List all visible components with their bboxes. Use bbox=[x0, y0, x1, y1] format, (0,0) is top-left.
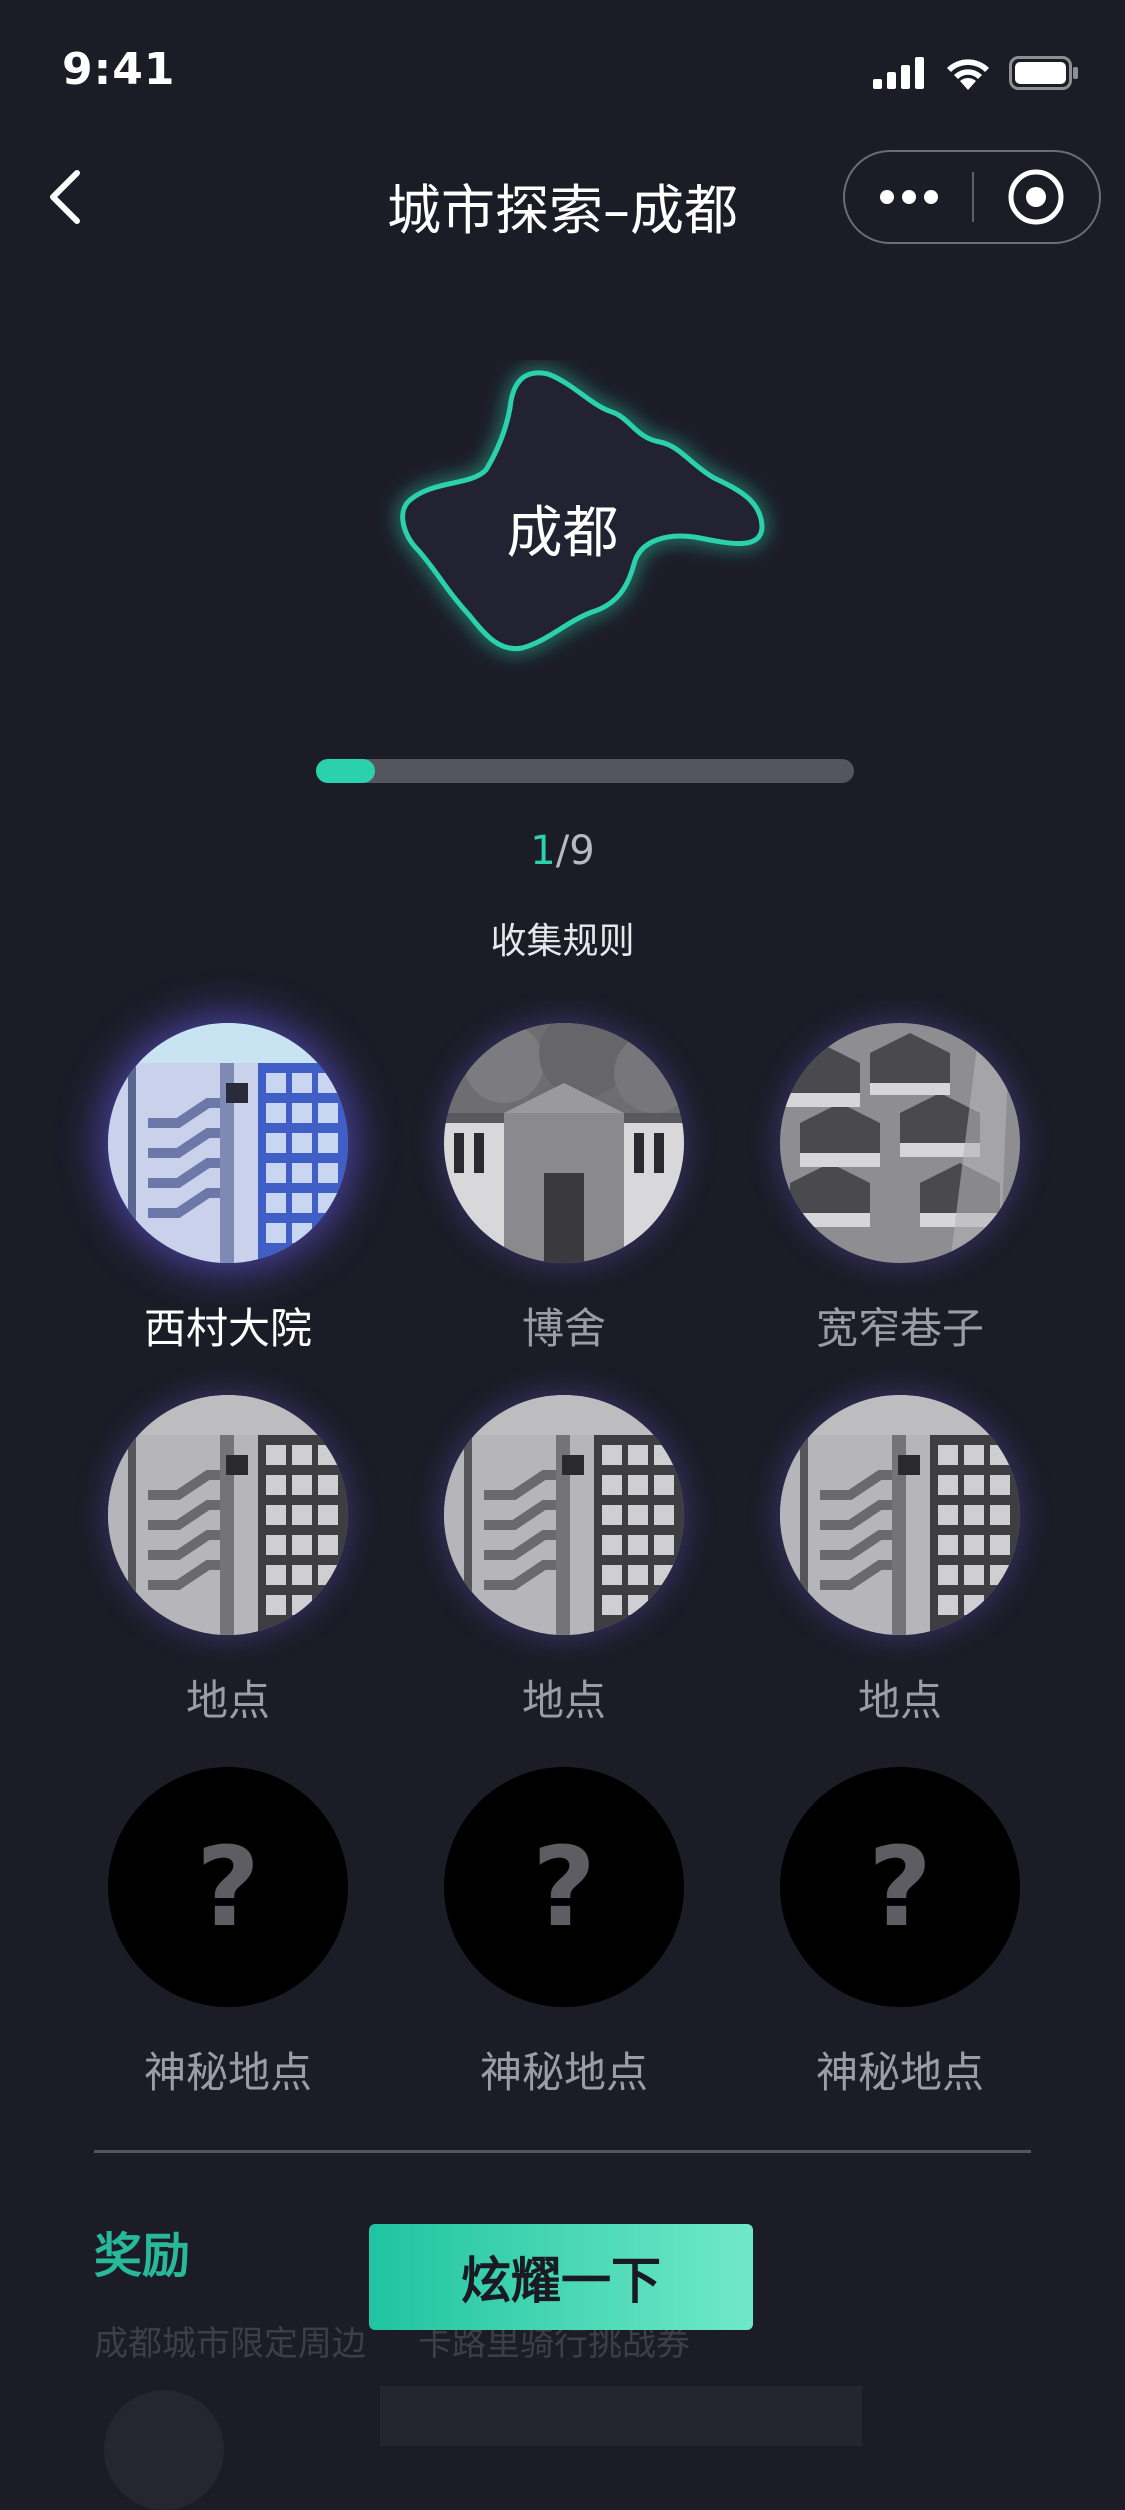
show-off-button[interactable]: 炫耀一下 bbox=[369, 2224, 753, 2330]
building-photo-image bbox=[108, 1023, 348, 1263]
locked-spot-circle: ? bbox=[780, 1767, 1020, 2007]
status-bar: 9:41 bbox=[0, 0, 1125, 140]
progress-total: 9 bbox=[569, 828, 595, 874]
question-mark-icon: ? bbox=[532, 1823, 596, 1951]
more-button[interactable] bbox=[845, 152, 972, 242]
spot-name: 西村大院 bbox=[143, 1304, 312, 1353]
spot-name: 神秘地点 bbox=[479, 2048, 648, 2097]
spot-card[interactable]: 地点 bbox=[780, 1395, 1020, 1725]
target-circle-icon bbox=[1008, 169, 1064, 225]
spot-name: 地点 bbox=[857, 1676, 942, 1725]
spot-name: 神秘地点 bbox=[815, 2048, 984, 2097]
spot-card[interactable]: 博舍 bbox=[444, 1023, 684, 1353]
collection-rules-link[interactable]: 收集规则 bbox=[0, 912, 1125, 964]
mini-program-capsule bbox=[843, 150, 1101, 244]
spot-photo bbox=[108, 1395, 348, 1635]
close-button[interactable] bbox=[974, 152, 1099, 242]
progress-current: 1 bbox=[530, 828, 556, 874]
reward-card bbox=[380, 2386, 862, 2446]
spot-photo bbox=[780, 1023, 1020, 1263]
progress-separator: / bbox=[555, 828, 570, 874]
spot-photo bbox=[780, 1395, 1020, 1635]
locked-spot-card[interactable]: ? 神秘地点 bbox=[444, 1767, 684, 2097]
reward-item: 成都城市限定周边 bbox=[94, 2324, 366, 2364]
question-mark-icon: ? bbox=[196, 1823, 260, 1951]
spot-card[interactable]: 宽窄巷子 bbox=[780, 1023, 1020, 1353]
spot-photo bbox=[444, 1395, 684, 1635]
city-map: 成都 bbox=[0, 360, 1125, 680]
collection-progress-bar bbox=[316, 759, 854, 783]
more-dots-icon bbox=[879, 190, 938, 204]
status-time: 9:41 bbox=[62, 44, 176, 95]
city-name: 成都 bbox=[506, 501, 619, 566]
spot-photo bbox=[444, 1023, 684, 1263]
locked-spot-card[interactable]: ? 神秘地点 bbox=[780, 1767, 1020, 2097]
building-photo-grayscale-image bbox=[108, 1395, 348, 1635]
building-photo-grayscale-image bbox=[444, 1395, 684, 1635]
spot-name: 地点 bbox=[185, 1676, 270, 1725]
progress-count: 1/9 bbox=[0, 828, 1125, 874]
signal-icon bbox=[873, 57, 924, 89]
section-divider bbox=[94, 2150, 1031, 2153]
spot-name: 神秘地点 bbox=[143, 2048, 312, 2097]
alley-rooftops-photo-image bbox=[780, 1023, 1020, 1263]
spot-name: 地点 bbox=[521, 1676, 606, 1725]
spot-card[interactable]: 地点 bbox=[444, 1395, 684, 1725]
status-icons bbox=[873, 56, 1079, 90]
building-photo-grayscale-image bbox=[780, 1395, 1020, 1635]
nav-bar: 城市探索–成都 bbox=[0, 140, 1125, 260]
spot-card[interactable]: 西村大院 bbox=[108, 1023, 348, 1353]
spot-card[interactable]: 地点 bbox=[108, 1395, 348, 1725]
progress-fill bbox=[316, 759, 376, 783]
spot-name: 博舍 bbox=[521, 1304, 606, 1353]
spot-photo bbox=[108, 1023, 348, 1263]
locked-spot-circle: ? bbox=[444, 1767, 684, 2007]
battery-icon bbox=[1009, 56, 1078, 90]
spot-name: 宽窄巷子 bbox=[815, 1304, 984, 1353]
reward-section-title: 奖励 bbox=[94, 2228, 191, 2284]
locked-spot-card[interactable]: ? 神秘地点 bbox=[108, 1767, 348, 2097]
gallery-building-photo-image bbox=[444, 1023, 684, 1263]
locked-spot-circle: ? bbox=[108, 1767, 348, 2007]
question-mark-icon: ? bbox=[868, 1823, 932, 1951]
reward-thumbnail bbox=[104, 2390, 224, 2510]
wifi-icon bbox=[947, 59, 989, 90]
